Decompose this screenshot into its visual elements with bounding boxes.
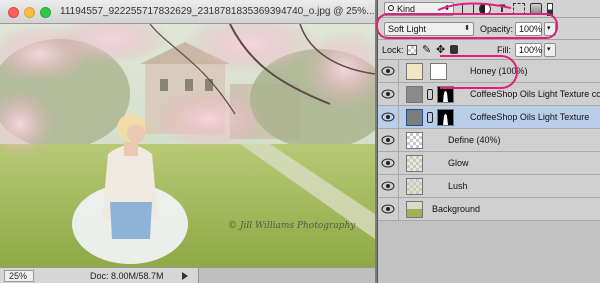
lock-transparent-pixels-icon[interactable] xyxy=(407,45,417,55)
layer-name[interactable]: CoffeeShop Oils Light Texture copy xyxy=(470,89,600,99)
layer-divider xyxy=(398,198,399,221)
zoom-window-button[interactable] xyxy=(40,7,51,18)
zoom-level-field[interactable]: 25% xyxy=(4,270,34,282)
layer-divider xyxy=(398,129,399,152)
layer-list: Honey (100%) CoffeeShop Oils Light Textu… xyxy=(378,60,600,283)
link-icon[interactable] xyxy=(427,112,433,123)
layer-thumbnail xyxy=(406,63,423,80)
layers-panel: Kind ⬍ T Soft Light ⬍ Opacity: 100% ▾ Lo… xyxy=(376,0,600,283)
search-icon xyxy=(388,5,394,11)
annotation-circle-blend-mode xyxy=(376,13,558,39)
layer-mask-thumbnail xyxy=(437,109,454,126)
visibility-eye-icon[interactable] xyxy=(381,181,395,191)
lock-all-icon[interactable] xyxy=(450,45,458,54)
layer-divider xyxy=(398,152,399,175)
visibility-eye-icon[interactable] xyxy=(381,158,395,168)
visibility-eye-icon[interactable] xyxy=(381,204,395,214)
photo-image: © Jill Williams Photography xyxy=(0,24,375,267)
lock-label: Lock: xyxy=(382,45,404,55)
fill-label: Fill: xyxy=(497,45,511,55)
layer-thumbnail xyxy=(406,201,423,218)
photo-watermark: © Jill Williams Photography xyxy=(228,221,356,231)
layer-name[interactable]: Define (40%) xyxy=(448,135,501,145)
visibility-eye-icon[interactable] xyxy=(381,66,395,76)
layer-row-glow[interactable]: Glow xyxy=(378,152,600,175)
layer-divider xyxy=(398,175,399,198)
layer-divider xyxy=(398,106,399,129)
layer-divider xyxy=(398,60,399,83)
document-window: 11194557_922255717832629_231878183536939… xyxy=(0,0,375,283)
fill-slider-button[interactable]: ▾ xyxy=(544,43,556,57)
document-titlebar[interactable]: 11194557_922255717832629_231878183536939… xyxy=(0,0,375,24)
layer-list-empty-area xyxy=(378,221,600,283)
layer-row-lush[interactable]: Lush xyxy=(378,175,600,198)
status-menu-arrow-icon[interactable] xyxy=(182,272,188,280)
layer-row-coffeeshop[interactable]: CoffeeShop Oils Light Texture xyxy=(378,106,600,129)
layer-thumbnail xyxy=(406,155,423,172)
document-title: 11194557_922255717832629_231878183536939… xyxy=(60,6,375,17)
layer-name[interactable]: Background xyxy=(432,204,480,214)
minimize-window-button[interactable] xyxy=(24,7,35,18)
layer-thumbnail xyxy=(406,178,423,195)
layer-name[interactable]: Lush xyxy=(448,181,468,191)
layer-row-background[interactable]: Background xyxy=(378,198,600,221)
layer-thumbnail xyxy=(406,86,423,103)
close-window-button[interactable] xyxy=(8,7,19,18)
annotation-underline-filter xyxy=(437,2,512,11)
layer-name[interactable]: CoffeeShop Oils Light Texture xyxy=(470,112,589,122)
visibility-eye-icon[interactable] xyxy=(381,89,395,99)
link-icon[interactable] xyxy=(427,89,433,100)
document-size-info: Doc: 8.00M/58.7M xyxy=(90,271,164,281)
layer-row-define[interactable]: Define (40%) xyxy=(378,129,600,152)
layer-name[interactable]: Glow xyxy=(448,158,469,168)
layer-thumbnail xyxy=(406,132,423,149)
visibility-eye-icon[interactable] xyxy=(381,112,395,122)
horizontal-scrollbar[interactable] xyxy=(198,268,375,283)
annotation-circle-honey-layer xyxy=(440,55,518,89)
lock-image-pixels-icon[interactable]: ✎ xyxy=(422,43,431,56)
layer-thumbnail xyxy=(406,109,423,126)
status-bar: 25% Doc: 8.00M/58.7M xyxy=(0,267,375,283)
image-canvas[interactable]: © Jill Williams Photography xyxy=(0,24,375,267)
visibility-eye-icon[interactable] xyxy=(381,135,395,145)
fill-input[interactable]: 100% xyxy=(515,43,542,57)
layer-divider xyxy=(398,83,399,106)
